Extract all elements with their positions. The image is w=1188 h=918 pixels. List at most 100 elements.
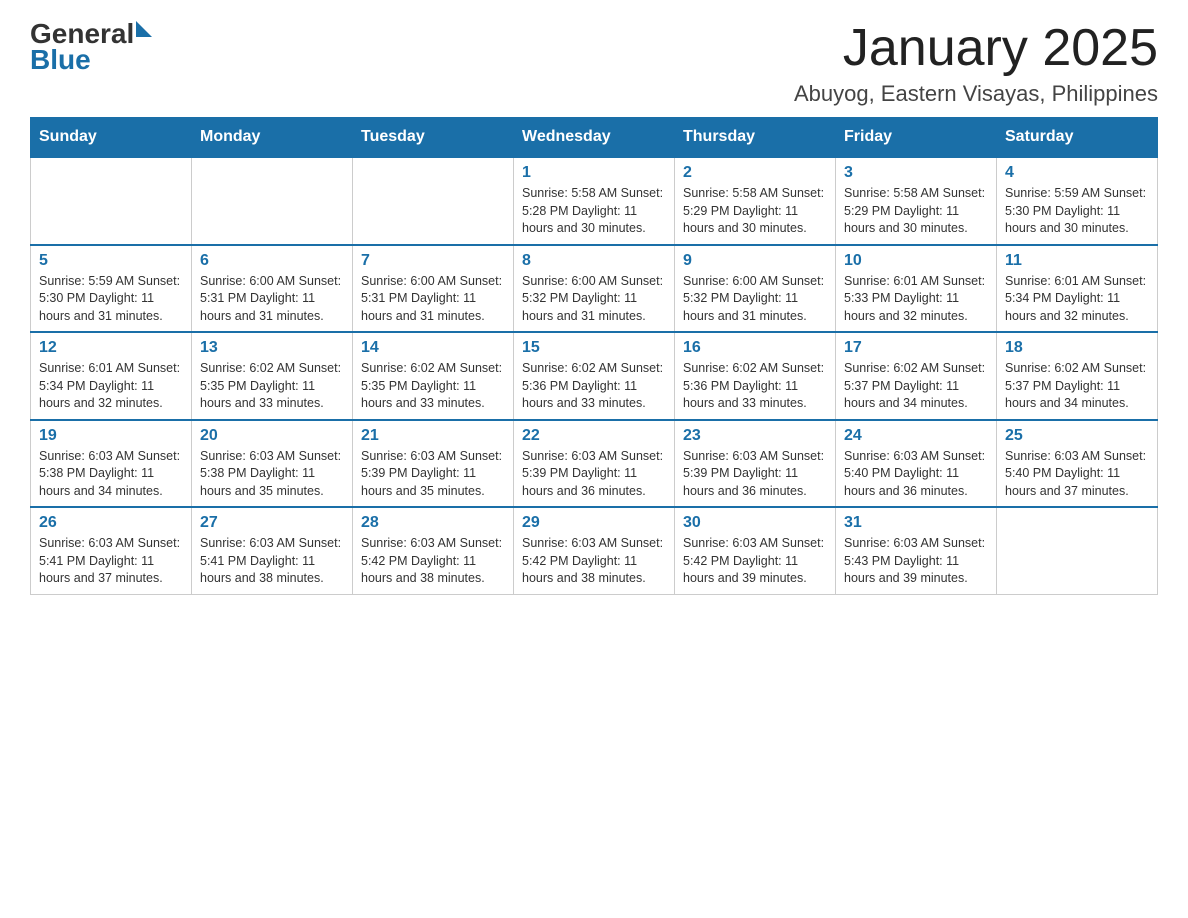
column-header-wednesday: Wednesday	[514, 118, 675, 158]
day-info: Sunrise: 6:03 AM Sunset: 5:39 PM Dayligh…	[522, 448, 666, 501]
calendar-cell: 7 Sunrise: 6:00 AM Sunset: 5:31 PM Daylig…	[353, 245, 514, 333]
day-info: Sunrise: 6:00 AM Sunset: 5:32 PM Dayligh…	[522, 273, 666, 326]
day-number: 7	[361, 252, 505, 270]
day-info: Sunrise: 6:00 AM Sunset: 5:31 PM Dayligh…	[361, 273, 505, 326]
calendar-cell: 27 Sunrise: 6:03 AM Sunset: 5:41 PM Dayli…	[192, 507, 353, 594]
day-number: 23	[683, 427, 827, 445]
day-number: 19	[39, 427, 183, 445]
calendar-header-row: SundayMondayTuesdayWednesdayThursdayFrid…	[31, 118, 1158, 158]
day-number: 1	[522, 164, 666, 182]
day-number: 30	[683, 514, 827, 532]
day-number: 8	[522, 252, 666, 270]
column-header-sunday: Sunday	[31, 118, 192, 158]
calendar-cell: 8 Sunrise: 6:00 AM Sunset: 5:32 PM Daylig…	[514, 245, 675, 333]
column-header-friday: Friday	[836, 118, 997, 158]
calendar-cell: 18 Sunrise: 6:02 AM Sunset: 5:37 PM Dayli…	[997, 332, 1158, 420]
calendar-cell: 13 Sunrise: 6:02 AM Sunset: 5:35 PM Dayli…	[192, 332, 353, 420]
day-number: 26	[39, 514, 183, 532]
day-info: Sunrise: 5:58 AM Sunset: 5:29 PM Dayligh…	[683, 185, 827, 238]
day-info: Sunrise: 6:03 AM Sunset: 5:43 PM Dayligh…	[844, 535, 988, 588]
day-number: 11	[1005, 252, 1149, 270]
day-info: Sunrise: 5:58 AM Sunset: 5:28 PM Dayligh…	[522, 185, 666, 238]
day-info: Sunrise: 6:03 AM Sunset: 5:41 PM Dayligh…	[200, 535, 344, 588]
calendar-cell: 20Sunrise: 6:03 AM Sunset: 5:38 PM Dayli…	[192, 420, 353, 508]
day-number: 6	[200, 252, 344, 270]
day-number: 15	[522, 339, 666, 357]
day-info: Sunrise: 6:01 AM Sunset: 5:34 PM Dayligh…	[39, 360, 183, 413]
calendar-cell	[997, 507, 1158, 594]
title-section: January 2025 Abuyog, Eastern Visayas, Ph…	[794, 20, 1158, 107]
day-number: 24	[844, 427, 988, 445]
day-info: Sunrise: 6:02 AM Sunset: 5:35 PM Dayligh…	[200, 360, 344, 413]
day-number: 4	[1005, 164, 1149, 182]
day-number: 21	[361, 427, 505, 445]
calendar-cell: 4 Sunrise: 5:59 AM Sunset: 5:30 PM Daylig…	[997, 157, 1158, 245]
day-number: 27	[200, 514, 344, 532]
day-info: Sunrise: 5:58 AM Sunset: 5:29 PM Dayligh…	[844, 185, 988, 238]
calendar-cell: 12 Sunrise: 6:01 AM Sunset: 5:34 PM Dayli…	[31, 332, 192, 420]
day-info: Sunrise: 6:02 AM Sunset: 5:37 PM Dayligh…	[844, 360, 988, 413]
calendar-cell	[353, 157, 514, 245]
calendar-cell: 1 Sunrise: 5:58 AM Sunset: 5:28 PM Daylig…	[514, 157, 675, 245]
day-number: 20	[200, 427, 344, 445]
calendar-cell: 29Sunrise: 6:03 AM Sunset: 5:42 PM Dayli…	[514, 507, 675, 594]
logo: General Blue	[30, 20, 152, 74]
calendar-cell: 26Sunrise: 6:03 AM Sunset: 5:41 PM Dayli…	[31, 507, 192, 594]
calendar-cell: 11Sunrise: 6:01 AM Sunset: 5:34 PM Dayli…	[997, 245, 1158, 333]
day-info: Sunrise: 6:03 AM Sunset: 5:42 PM Dayligh…	[683, 535, 827, 588]
day-number: 12	[39, 339, 183, 357]
calendar-cell: 22 Sunrise: 6:03 AM Sunset: 5:39 PM Dayli…	[514, 420, 675, 508]
day-info: Sunrise: 5:59 AM Sunset: 5:30 PM Dayligh…	[39, 273, 183, 326]
calendar-week-row: 26 Sunrise: 6:03 AM Sunset: 5:41 PM Dayli…	[31, 507, 1158, 594]
day-number: 25	[1005, 427, 1149, 445]
day-number: 3	[844, 164, 988, 182]
calendar-cell	[192, 157, 353, 245]
day-info: Sunrise: 5:59 AM Sunset: 5:30 PM Dayligh…	[1005, 185, 1149, 238]
calendar-cell: 14 Sunrise: 6:02 AM Sunset: 5:35 PM Dayli…	[353, 332, 514, 420]
calendar-week-row: 19 Sunrise: 6:03 AM Sunset: 5:38 PM Dayli…	[31, 420, 1158, 508]
calendar-cell: 19 Sunrise: 6:03 AM Sunset: 5:38 PM Dayli…	[31, 420, 192, 508]
column-header-tuesday: Tuesday	[353, 118, 514, 158]
calendar-week-row: 1 Sunrise: 5:58 AM Sunset: 5:28 PM Daylig…	[31, 157, 1158, 245]
day-number: 16	[683, 339, 827, 357]
calendar-cell: 3 Sunrise: 5:58 AM Sunset: 5:29 PM Daylig…	[836, 157, 997, 245]
calendar-cell: 23 Sunrise: 6:03 AM Sunset: 5:39 PM Dayli…	[675, 420, 836, 508]
day-number: 14	[361, 339, 505, 357]
day-info: Sunrise: 6:02 AM Sunset: 5:37 PM Dayligh…	[1005, 360, 1149, 413]
day-number: 13	[200, 339, 344, 357]
day-info: Sunrise: 6:03 AM Sunset: 5:42 PM Dayligh…	[361, 535, 505, 588]
day-info: Sunrise: 6:02 AM Sunset: 5:35 PM Dayligh…	[361, 360, 505, 413]
calendar-cell: 15Sunrise: 6:02 AM Sunset: 5:36 PM Dayli…	[514, 332, 675, 420]
day-number: 5	[39, 252, 183, 270]
day-info: Sunrise: 6:00 AM Sunset: 5:32 PM Dayligh…	[683, 273, 827, 326]
calendar-table: SundayMondayTuesdayWednesdayThursdayFrid…	[30, 117, 1158, 595]
calendar-cell: 30 Sunrise: 6:03 AM Sunset: 5:42 PM Dayli…	[675, 507, 836, 594]
column-header-monday: Monday	[192, 118, 353, 158]
calendar-cell: 21 Sunrise: 6:03 AM Sunset: 5:39 PM Dayli…	[353, 420, 514, 508]
calendar-cell: 6 Sunrise: 6:00 AM Sunset: 5:31 PM Daylig…	[192, 245, 353, 333]
day-info: Sunrise: 6:03 AM Sunset: 5:39 PM Dayligh…	[683, 448, 827, 501]
day-info: Sunrise: 6:03 AM Sunset: 5:40 PM Dayligh…	[844, 448, 988, 501]
day-info: Sunrise: 6:01 AM Sunset: 5:33 PM Dayligh…	[844, 273, 988, 326]
calendar-cell: 2 Sunrise: 5:58 AM Sunset: 5:29 PM Daylig…	[675, 157, 836, 245]
day-number: 22	[522, 427, 666, 445]
day-info: Sunrise: 6:03 AM Sunset: 5:38 PM Dayligh…	[39, 448, 183, 501]
calendar-cell: 28Sunrise: 6:03 AM Sunset: 5:42 PM Dayli…	[353, 507, 514, 594]
day-info: Sunrise: 6:03 AM Sunset: 5:39 PM Dayligh…	[361, 448, 505, 501]
calendar-week-row: 5 Sunrise: 5:59 AM Sunset: 5:30 PM Daylig…	[31, 245, 1158, 333]
day-info: Sunrise: 6:00 AM Sunset: 5:31 PM Dayligh…	[200, 273, 344, 326]
day-number: 31	[844, 514, 988, 532]
day-number: 2	[683, 164, 827, 182]
day-number: 9	[683, 252, 827, 270]
day-info: Sunrise: 6:02 AM Sunset: 5:36 PM Dayligh…	[683, 360, 827, 413]
day-number: 29	[522, 514, 666, 532]
calendar-cell: 24 Sunrise: 6:03 AM Sunset: 5:40 PM Dayli…	[836, 420, 997, 508]
calendar-cell: 9 Sunrise: 6:00 AM Sunset: 5:32 PM Daylig…	[675, 245, 836, 333]
column-header-saturday: Saturday	[997, 118, 1158, 158]
day-number: 18	[1005, 339, 1149, 357]
calendar-cell: 17Sunrise: 6:02 AM Sunset: 5:37 PM Dayli…	[836, 332, 997, 420]
column-header-thursday: Thursday	[675, 118, 836, 158]
calendar-cell: 10Sunrise: 6:01 AM Sunset: 5:33 PM Dayli…	[836, 245, 997, 333]
main-title: January 2025	[794, 20, 1158, 77]
calendar-week-row: 12 Sunrise: 6:01 AM Sunset: 5:34 PM Dayli…	[31, 332, 1158, 420]
